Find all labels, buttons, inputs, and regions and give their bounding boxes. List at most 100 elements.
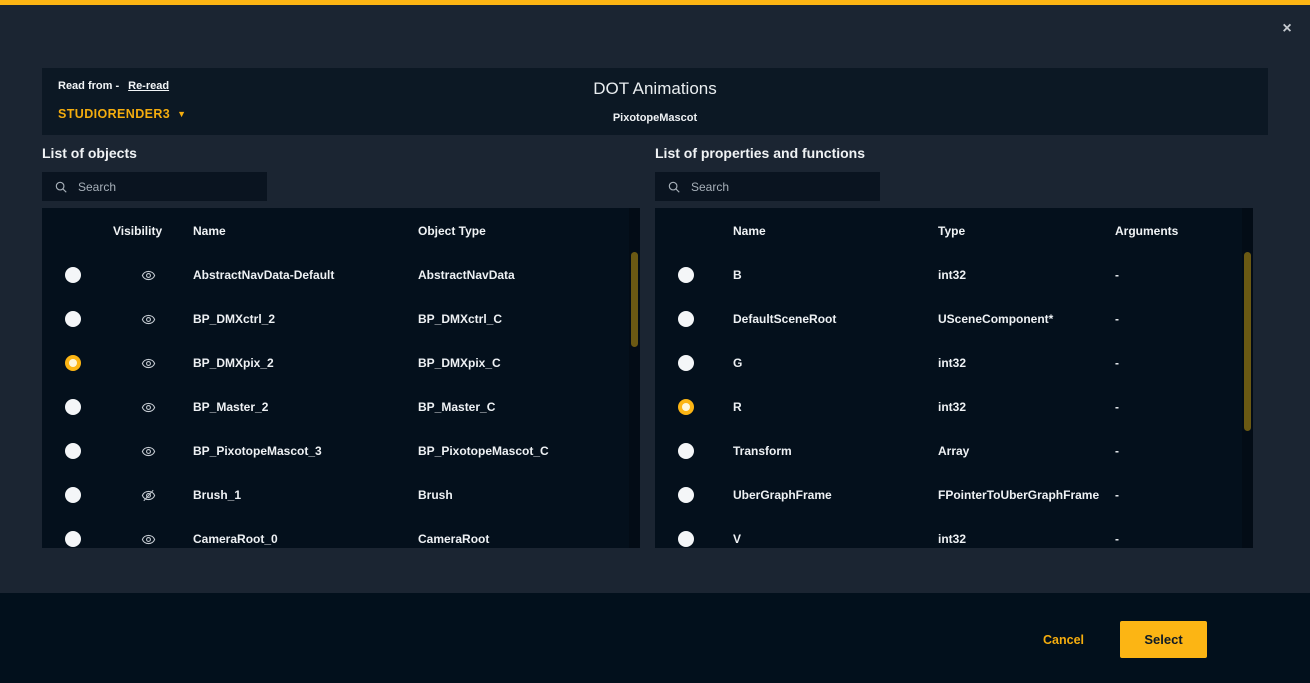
column-header-visibility: Visibility xyxy=(104,224,193,238)
table-row[interactable]: DefaultSceneRoot USceneComponent* - xyxy=(655,297,1253,341)
property-type: int32 xyxy=(938,400,1115,414)
property-arguments: - xyxy=(1115,532,1253,546)
object-type: BP_Master_C xyxy=(418,400,640,414)
dot-animations-dialog: × Read from -Re-read STUDIORENDER3▼ DOT … xyxy=(0,0,1310,683)
dialog-footer xyxy=(0,593,1310,683)
page-subtitle: PixotopeMascot xyxy=(42,112,1268,124)
table-row[interactable]: CameraRoot_0 CameraRoot xyxy=(42,517,640,548)
object-name: BP_DMXpix_2 xyxy=(193,356,418,370)
radio-button[interactable] xyxy=(65,487,81,503)
column-header-name: Name xyxy=(717,224,938,238)
table-row[interactable]: B int32 - xyxy=(655,253,1253,297)
radio-button[interactable] xyxy=(678,311,694,327)
eye-icon xyxy=(141,268,156,283)
object-name: BP_PixotopeMascot_3 xyxy=(193,444,418,458)
properties-search-input[interactable] xyxy=(691,180,851,194)
property-arguments: - xyxy=(1115,400,1253,414)
object-name: AbstractNavData-Default xyxy=(193,268,418,282)
properties-search-box xyxy=(655,172,880,201)
table-row[interactable]: UberGraphFrame FPointerToUberGraphFrame … xyxy=(655,473,1253,517)
eye-icon xyxy=(141,532,156,547)
object-type: Brush xyxy=(418,488,640,502)
eye-icon xyxy=(141,400,156,415)
property-name: G xyxy=(717,356,938,370)
property-arguments: - xyxy=(1115,488,1253,502)
objects-table: Visibility Name Object Type AbstractNavD… xyxy=(42,208,640,548)
radio-button[interactable] xyxy=(65,355,81,371)
radio-button[interactable] xyxy=(65,267,81,283)
objects-search-box xyxy=(42,172,267,201)
object-type: AbstractNavData xyxy=(418,268,640,282)
property-name: B xyxy=(717,268,938,282)
table-row[interactable]: R int32 - xyxy=(655,385,1253,429)
table-row[interactable]: AbstractNavData-Default AbstractNavData xyxy=(42,253,640,297)
radio-button[interactable] xyxy=(678,267,694,283)
property-type: Array xyxy=(938,444,1115,458)
objects-scrollbar-thumb[interactable] xyxy=(631,252,638,347)
properties-table-header: Name Type Arguments xyxy=(655,208,1253,253)
property-type: int32 xyxy=(938,532,1115,546)
radio-button[interactable] xyxy=(678,487,694,503)
radio-button[interactable] xyxy=(65,311,81,327)
property-name: R xyxy=(717,400,938,414)
radio-button[interactable] xyxy=(65,443,81,459)
object-type: BP_DMXctrl_C xyxy=(418,312,640,326)
search-icon xyxy=(54,180,68,194)
table-row[interactable]: BP_DMXctrl_2 BP_DMXctrl_C xyxy=(42,297,640,341)
cancel-button[interactable]: Cancel xyxy=(1043,633,1084,647)
radio-button[interactable] xyxy=(678,399,694,415)
property-name: DefaultSceneRoot xyxy=(717,312,938,326)
property-name: V xyxy=(717,532,938,546)
radio-button[interactable] xyxy=(65,531,81,547)
radio-button[interactable] xyxy=(678,531,694,547)
select-button[interactable]: Select xyxy=(1120,621,1207,658)
object-name: CameraRoot_0 xyxy=(193,532,418,546)
property-arguments: - xyxy=(1115,356,1253,370)
property-name: Transform xyxy=(717,444,938,458)
radio-button[interactable] xyxy=(678,443,694,459)
eye-icon xyxy=(141,312,156,327)
eye-off-icon xyxy=(141,488,156,503)
accent-top-bar xyxy=(0,0,1310,5)
property-type: int32 xyxy=(938,268,1115,282)
object-name: Brush_1 xyxy=(193,488,418,502)
objects-search-input[interactable] xyxy=(78,180,238,194)
property-name: UberGraphFrame xyxy=(717,488,938,502)
table-row[interactable]: BP_DMXpix_2 BP_DMXpix_C xyxy=(42,341,640,385)
eye-icon xyxy=(141,444,156,459)
radio-button[interactable] xyxy=(678,355,694,371)
eye-icon xyxy=(141,356,156,371)
page-title: DOT Animations xyxy=(42,79,1268,99)
table-row[interactable]: BP_Master_2 BP_Master_C xyxy=(42,385,640,429)
property-arguments: - xyxy=(1115,312,1253,326)
property-arguments: - xyxy=(1115,268,1253,282)
table-row[interactable]: V int32 - xyxy=(655,517,1253,548)
properties-list-heading: List of properties and functions xyxy=(655,145,865,161)
property-arguments: - xyxy=(1115,444,1253,458)
property-type: USceneComponent* xyxy=(938,312,1115,326)
search-icon xyxy=(667,180,681,194)
column-header-arguments: Arguments xyxy=(1115,224,1253,238)
dialog-header-panel: Read from -Re-read STUDIORENDER3▼ DOT An… xyxy=(42,68,1268,135)
objects-scrollbar xyxy=(629,208,640,548)
object-name: BP_Master_2 xyxy=(193,400,418,414)
column-header-object-type: Object Type xyxy=(418,224,640,238)
properties-scrollbar xyxy=(1242,208,1253,548)
column-header-name: Name xyxy=(193,224,418,238)
object-type: BP_DMXpix_C xyxy=(418,356,640,370)
property-type: FPointerToUberGraphFrame xyxy=(938,488,1115,502)
object-type: CameraRoot xyxy=(418,532,640,546)
table-row[interactable]: BP_PixotopeMascot_3 BP_PixotopeMascot_C xyxy=(42,429,640,473)
property-type: int32 xyxy=(938,356,1115,370)
objects-list-heading: List of objects xyxy=(42,145,137,161)
close-icon[interactable]: × xyxy=(1277,19,1297,39)
column-header-type: Type xyxy=(938,224,1115,238)
object-name: BP_DMXctrl_2 xyxy=(193,312,418,326)
properties-scrollbar-thumb[interactable] xyxy=(1244,252,1251,431)
properties-table: Name Type Arguments B int32 - DefaultSce… xyxy=(655,208,1253,548)
objects-table-header: Visibility Name Object Type xyxy=(42,208,640,253)
radio-button[interactable] xyxy=(65,399,81,415)
table-row[interactable]: Transform Array - xyxy=(655,429,1253,473)
table-row[interactable]: G int32 - xyxy=(655,341,1253,385)
table-row[interactable]: Brush_1 Brush xyxy=(42,473,640,517)
